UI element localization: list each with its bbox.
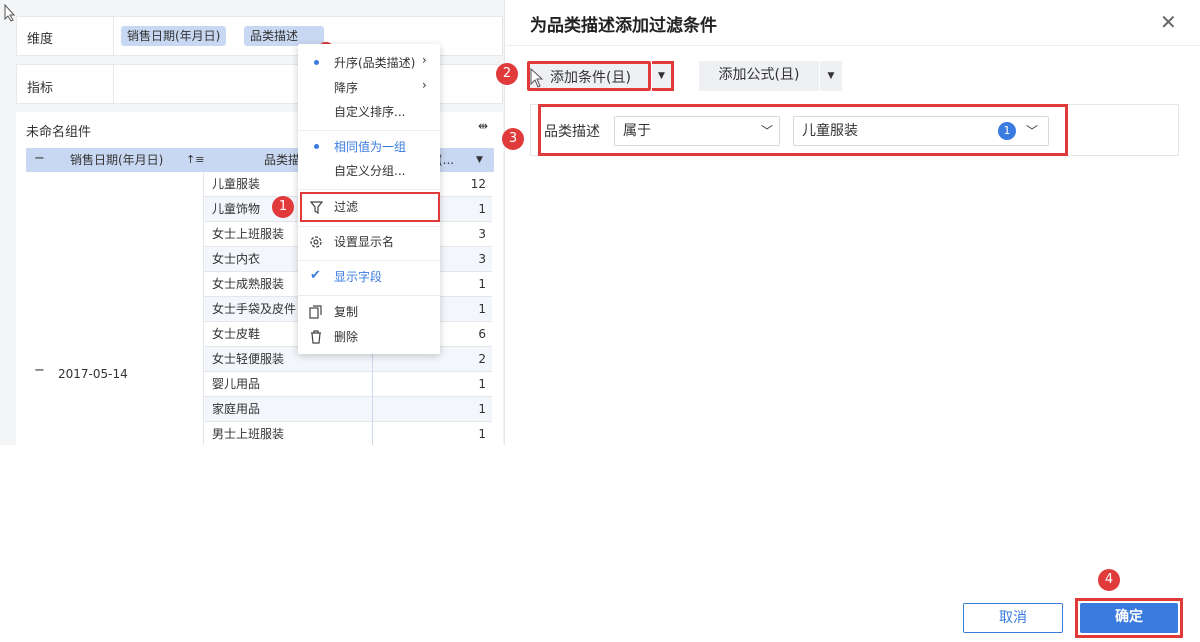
collapse-icon[interactable]: − [34, 151, 45, 166]
annotation-badge-4: 4 [1098, 569, 1120, 591]
confirm-button[interactable]: 确定 [1080, 603, 1178, 633]
header-sale-date: 销售日期(年月日) [70, 153, 164, 167]
table-cell-value: 1 [372, 397, 492, 422]
confirm-label: 确定 [1115, 609, 1143, 625]
menu-item-sort-desc[interactable]: 降序 [298, 76, 440, 100]
header-dropdown-icon[interactable]: ▼ [476, 148, 483, 172]
collapse-icon[interactable]: − [34, 363, 45, 378]
chevron-right-icon: › [422, 78, 427, 92]
menu-item-display-name[interactable]: 设置显示名 [298, 230, 440, 254]
sort-icon[interactable]: ↑≡ [186, 148, 204, 172]
resize-icon[interactable]: ⇹ [478, 119, 488, 133]
add-formula-dropdown[interactable]: ▼ [820, 61, 842, 91]
value-count-badge: 1 [998, 122, 1016, 140]
annotation-badge-1: 1 [272, 196, 294, 218]
add-formula-button[interactable]: 添加公式(且) [699, 61, 819, 91]
chip-sale-date[interactable]: 销售日期(年月日) [121, 26, 227, 46]
menu-item-copy[interactable]: 复制 [298, 300, 440, 324]
menu-divider [298, 130, 440, 131]
table-cell-category: 家庭用品 [204, 397, 372, 422]
menu-item-filter[interactable]: 过滤 [298, 195, 440, 219]
menu-item-group-same[interactable]: 相同值为一组 [298, 135, 440, 159]
menu-divider [298, 260, 440, 261]
annotation-badge-2: 2 [496, 63, 518, 85]
header-value: (... [438, 153, 455, 167]
chip-category[interactable]: 品类描述 [244, 26, 325, 46]
operator-value: 属于 [623, 123, 651, 139]
table-cell-category: 男士上班服装 [204, 422, 372, 445]
dialog-title: 为品类描述添加过滤条件 [530, 16, 717, 36]
add-formula-label: 添加公式(且) [718, 67, 800, 83]
date-value: 2017-05-14 [58, 367, 128, 381]
table-cell-value: 1 [372, 372, 492, 397]
menu-item-custom-group[interactable]: 自定义分组... [298, 159, 440, 183]
value-selected: 儿童服装 [802, 123, 858, 139]
chevron-down-icon: ﹀ [1026, 124, 1039, 138]
menu-item-sort-asc[interactable]: 升序(品类描述) [298, 51, 440, 75]
menu-divider [298, 189, 440, 190]
cancel-label: 取消 [999, 610, 1027, 626]
chevron-right-icon: › [422, 53, 427, 67]
add-condition-button[interactable]: 添加条件(且) [527, 61, 651, 91]
annotation-badge-3: 3 [502, 128, 524, 150]
table-cell-category: 婴儿用品 [204, 372, 372, 397]
close-icon[interactable]: ✕ [1160, 10, 1177, 34]
dimension-label: 维度 [27, 32, 54, 47]
add-condition-label: 添加条件(且) [550, 70, 631, 86]
operator-select[interactable]: 属于 ﹀ [614, 116, 780, 146]
context-menu: 升序(品类描述) › 降序 › 自定义排序... 相同值为一组 自定义分组...… [298, 44, 440, 354]
date-column [26, 172, 204, 445]
menu-divider [298, 295, 440, 296]
value-select[interactable]: 儿童服装 1 ﹀ [793, 116, 1049, 146]
menu-item-custom-sort[interactable]: 自定义排序... [298, 100, 440, 124]
component-title: 未命名组件 [26, 125, 92, 140]
menu-item-show-field[interactable]: 显示字段 [298, 265, 440, 289]
cursor-icon [4, 3, 16, 26]
divider [113, 65, 114, 103]
menu-item-delete[interactable]: 删除 [298, 325, 440, 349]
cancel-button[interactable]: 取消 [963, 603, 1063, 633]
divider [113, 17, 114, 55]
condition-field: 品类描述 [544, 124, 600, 140]
title-divider [506, 45, 1200, 46]
filter-dialog: 为品类描述添加过滤条件 ✕ 添加条件(且) ▼ 添加公式(且) ▼ 品类描述 属… [506, 0, 1200, 642]
menu-divider [298, 226, 440, 227]
cursor-icon [530, 67, 544, 92]
measure-label: 指标 [27, 81, 54, 96]
header-category: 品类描 [264, 153, 301, 167]
table-cell-value: 1 [372, 422, 492, 445]
chevron-down-icon: ﹀ [761, 124, 774, 138]
add-condition-dropdown[interactable]: ▼ [652, 61, 674, 91]
